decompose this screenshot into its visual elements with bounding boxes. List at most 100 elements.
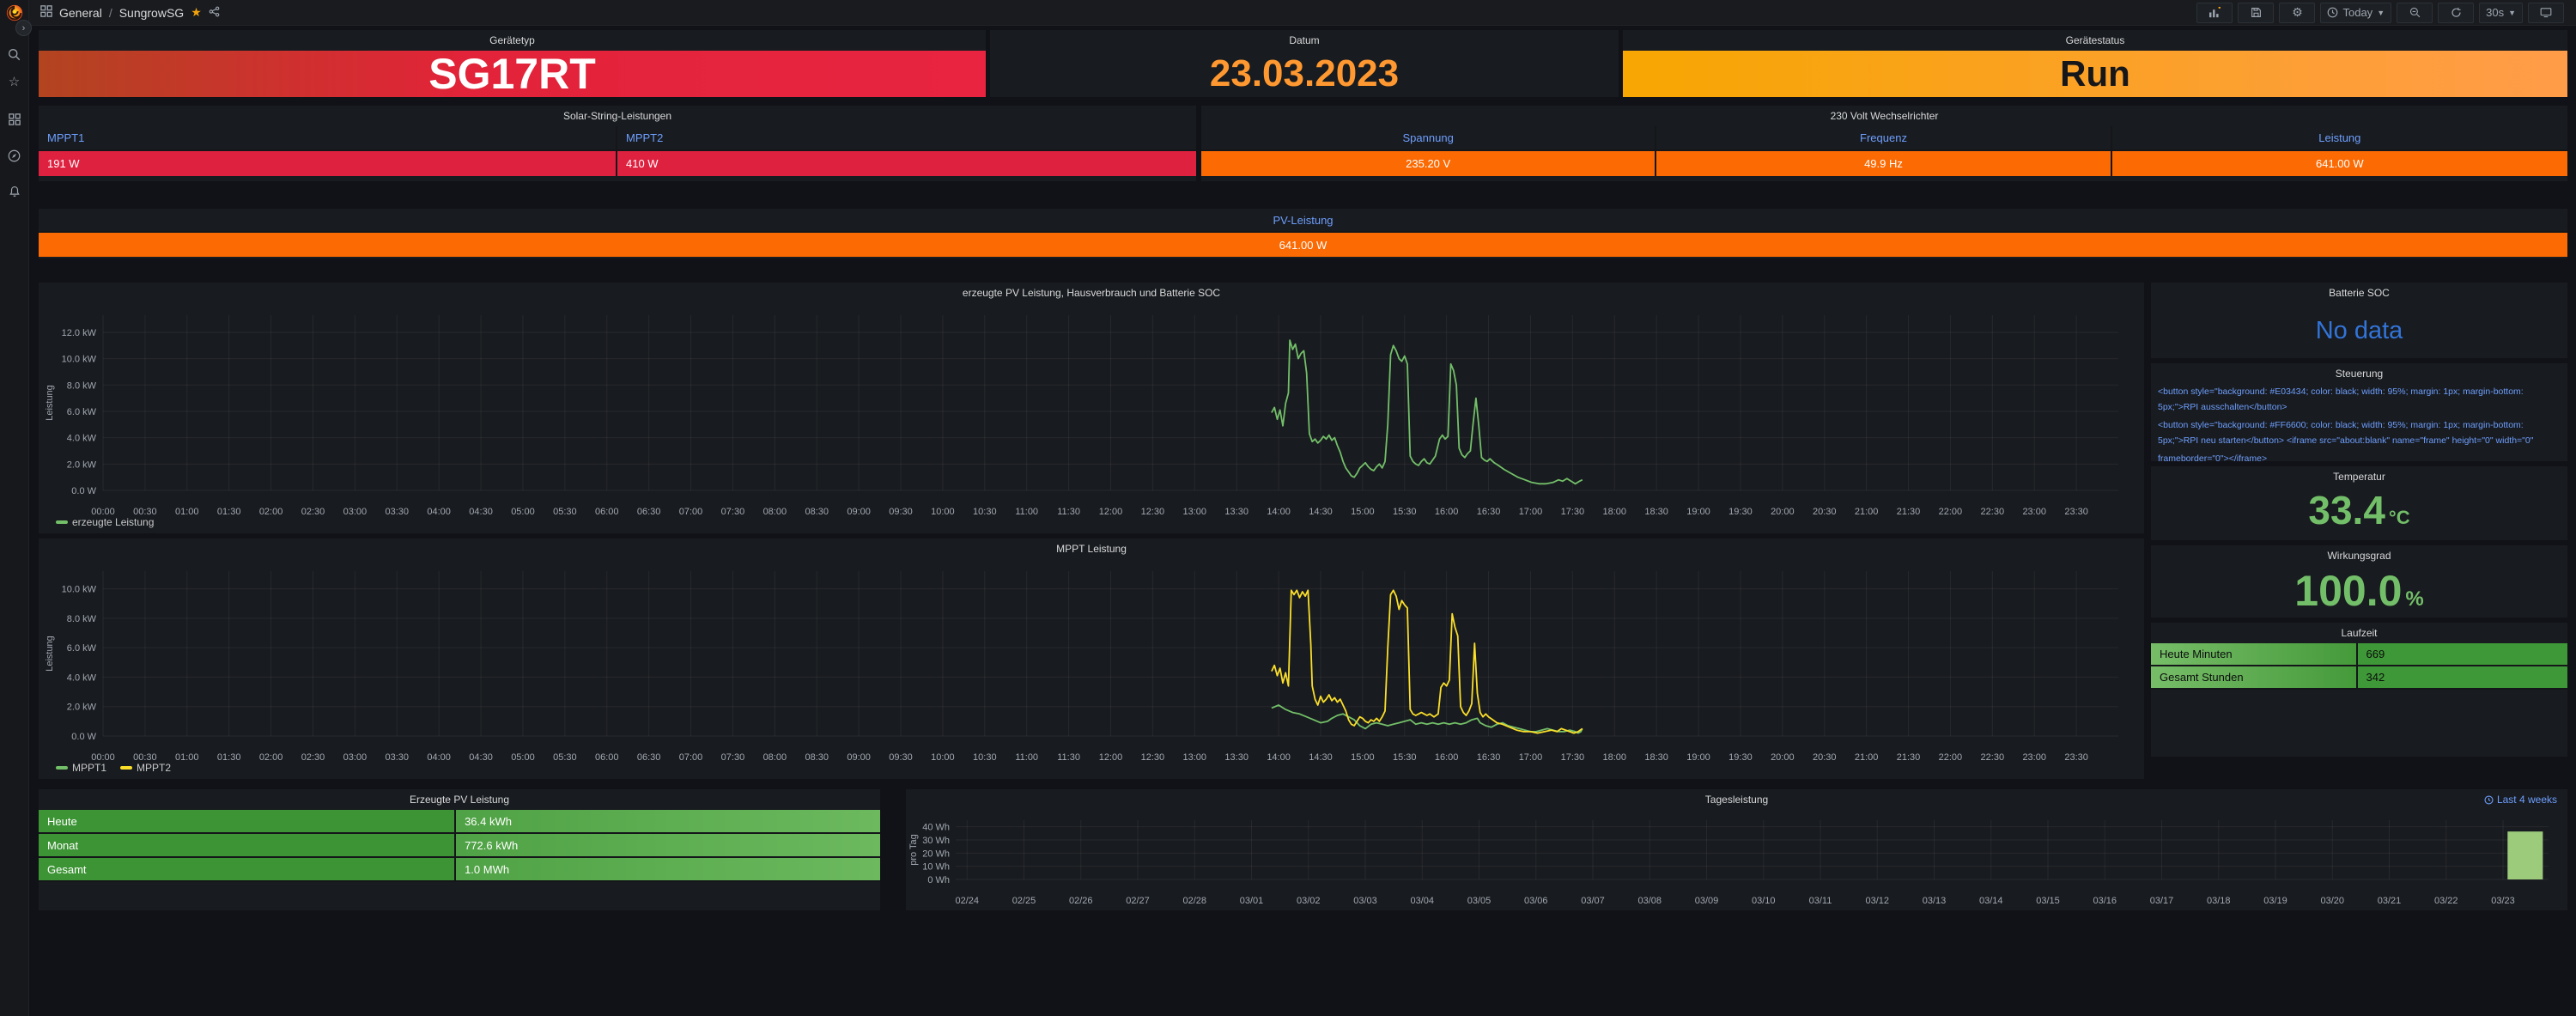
svg-text:03/12: 03/12	[1865, 896, 1889, 906]
svg-text:15:00: 15:00	[1351, 752, 1375, 763]
panel-tagesleistung: Tagesleistung Last 4 weeks 0 Wh10 Wh20 W…	[906, 789, 2567, 910]
svg-text:03/23: 03/23	[2491, 896, 2515, 906]
svg-text:19:00: 19:00	[1686, 752, 1710, 763]
svg-text:14:30: 14:30	[1309, 752, 1333, 763]
code-line: <button style="background: #E03434; colo…	[2158, 384, 2561, 415]
breadcrumb-folder[interactable]: General	[59, 6, 102, 20]
panel-title[interactable]: 230 Volt Wechselrichter	[1201, 106, 2567, 126]
svg-text:19:00: 19:00	[1686, 507, 1710, 517]
table-value-cell: 191 W	[39, 149, 617, 176]
dashboards-grid-icon[interactable]	[0, 106, 28, 132]
svg-text:03/17: 03/17	[2150, 896, 2174, 906]
table-label-cell: Heute	[39, 810, 456, 834]
timeseries-chart[interactable]: 0.0 W2.0 kW4.0 kW6.0 kW8.0 kW10.0 kW00:0…	[39, 538, 2144, 783]
svg-text:06:00: 06:00	[595, 752, 619, 763]
share-icon[interactable]	[209, 6, 220, 20]
panel-erzeugte-pv: Erzeugte PV Leistung Heute36.4 kWhMonat7…	[39, 789, 880, 910]
panel-title[interactable]: Wirkungsgrad	[2151, 545, 2567, 566]
svg-text:8.0 kW: 8.0 kW	[67, 614, 97, 624]
svg-text:21:00: 21:00	[1855, 507, 1879, 517]
last-4-weeks-label: Last 4 weeks	[2497, 794, 2557, 806]
svg-text:30 Wh: 30 Wh	[922, 836, 950, 846]
svg-text:06:00: 06:00	[595, 507, 619, 517]
dashboard-grid-icon[interactable]	[40, 5, 52, 20]
svg-text:02:30: 02:30	[301, 752, 325, 763]
svg-text:01:30: 01:30	[217, 752, 241, 763]
timeseries-chart[interactable]: 0.0 W2.0 kW4.0 kW6.0 kW8.0 kW10.0 kW12.0…	[39, 283, 2144, 538]
refresh-interval-dropdown[interactable]: 30s ▼	[2479, 3, 2523, 23]
save-dashboard-button[interactable]	[2238, 3, 2274, 23]
svg-text:05:00: 05:00	[511, 752, 535, 763]
svg-text:09:00: 09:00	[847, 752, 871, 763]
svg-text:03/07: 03/07	[1581, 896, 1605, 906]
legend-series-label: MPPT1	[72, 762, 106, 774]
temperatur-number: 33.4	[2308, 487, 2385, 533]
favorites-star-icon[interactable]: ☆	[0, 69, 28, 94]
panel-title[interactable]: Temperatur	[2151, 466, 2567, 487]
legend-item[interactable]: erzeugte Leistung	[56, 516, 154, 528]
panel-title[interactable]: Batterie SOC	[2151, 283, 2567, 303]
svg-text:19:30: 19:30	[1728, 507, 1753, 517]
panel-title[interactable]: Gerätestatus	[1623, 30, 2567, 51]
svg-text:05:00: 05:00	[511, 507, 535, 517]
wirkungsgrad-unit: %	[2405, 587, 2423, 611]
dashboard-toolbar: ⚙ Today ▼ 30s ▼	[2196, 3, 2564, 23]
legend-item[interactable]: MPPT2	[120, 762, 171, 774]
panel-solar-strings: Solar-String-Leistungen MPPT1MPPT2191 W4…	[39, 106, 1196, 181]
time-range-picker[interactable]: Today ▼	[2320, 3, 2391, 23]
panel-title[interactable]: erzeugte PV Leistung, Hausverbrauch und …	[39, 283, 2144, 303]
pv-leistung-value: 641.00 W	[39, 231, 2567, 257]
svg-text:11:30: 11:30	[1057, 752, 1080, 763]
panel-title[interactable]: Steuerung	[2151, 363, 2567, 384]
svg-text:02/25: 02/25	[1012, 896, 1036, 906]
svg-text:13:00: 13:00	[1183, 507, 1207, 517]
svg-text:16:00: 16:00	[1435, 507, 1459, 517]
panel-title[interactable]: Solar-String-Leistungen	[39, 106, 1196, 126]
panel-title[interactable]: Erzeugte PV Leistung	[39, 789, 880, 810]
sidebar-expand-button[interactable]: ›	[15, 20, 32, 36]
table-value-cell: 49.9 Hz	[1656, 149, 2111, 176]
legend-item[interactable]: MPPT1	[56, 762, 106, 774]
kiosk-mode-button[interactable]	[2528, 3, 2564, 23]
geraetestatus-value: Run	[1623, 51, 2567, 97]
favorite-star-icon[interactable]: ★	[191, 5, 202, 20]
svg-text:10.0 kW: 10.0 kW	[62, 585, 97, 595]
search-icon[interactable]	[0, 41, 28, 67]
svg-text:07:30: 07:30	[721, 752, 745, 763]
panel-chart-pv: erzeugte PV Leistung, Hausverbrauch und …	[39, 283, 2144, 533]
breadcrumb-dashboard[interactable]: SungrowSG	[119, 6, 184, 20]
svg-text:40 Wh: 40 Wh	[922, 823, 950, 833]
svg-text:2.0 kW: 2.0 kW	[67, 459, 97, 470]
alerting-bell-icon[interactable]	[0, 179, 28, 204]
dashboard-settings-gear-icon[interactable]: ⚙	[2279, 3, 2315, 23]
svg-text:12:00: 12:00	[1099, 752, 1123, 763]
breadcrumb-separator: /	[109, 6, 112, 20]
erzeugte-pv-table: Heute36.4 kWhMonat772.6 kWhGesamt1.0 MWh	[39, 810, 880, 882]
clock-icon	[2484, 795, 2494, 805]
wirkungsgrad-number: 100.0	[2294, 566, 2402, 616]
panel-title[interactable]: Tagesleistung	[906, 789, 2567, 810]
grafana-dashboard: { "nav": { "breadcrumb_section": "Genera…	[0, 0, 2576, 1016]
svg-text:16:00: 16:00	[1435, 752, 1459, 763]
svg-text:23:30: 23:30	[2064, 507, 2088, 517]
last-4-weeks-link[interactable]: Last 4 weeks	[2484, 794, 2557, 806]
panel-wirkungsgrad: Wirkungsgrad 100.0 %	[2151, 545, 2567, 618]
svg-text:05:30: 05:30	[553, 507, 577, 517]
panel-temperatur: Temperatur 33.4 °C	[2151, 466, 2567, 540]
panel-title[interactable]: Laufzeit	[2151, 623, 2567, 643]
zoom-out-button[interactable]	[2397, 3, 2433, 23]
add-panel-button[interactable]	[2196, 3, 2233, 23]
panel-geraetetyp: Gerätetyp SG17RT	[39, 30, 986, 97]
svg-text:20 Wh: 20 Wh	[922, 849, 950, 859]
svg-text:16:30: 16:30	[1477, 752, 1501, 763]
svg-text:15:00: 15:00	[1351, 507, 1375, 517]
refresh-button[interactable]	[2438, 3, 2474, 23]
panel-title[interactable]: MPPT Leistung	[39, 538, 2144, 559]
svg-text:03/15: 03/15	[2036, 896, 2060, 906]
svg-text:03:00: 03:00	[343, 507, 368, 517]
panel-title[interactable]: Gerätetyp	[39, 30, 986, 51]
svg-text:20:30: 20:30	[1813, 752, 1837, 763]
svg-text:12.0 kW: 12.0 kW	[62, 328, 97, 338]
panel-title[interactable]: Datum	[990, 30, 1619, 51]
explore-compass-icon[interactable]	[0, 143, 28, 168]
